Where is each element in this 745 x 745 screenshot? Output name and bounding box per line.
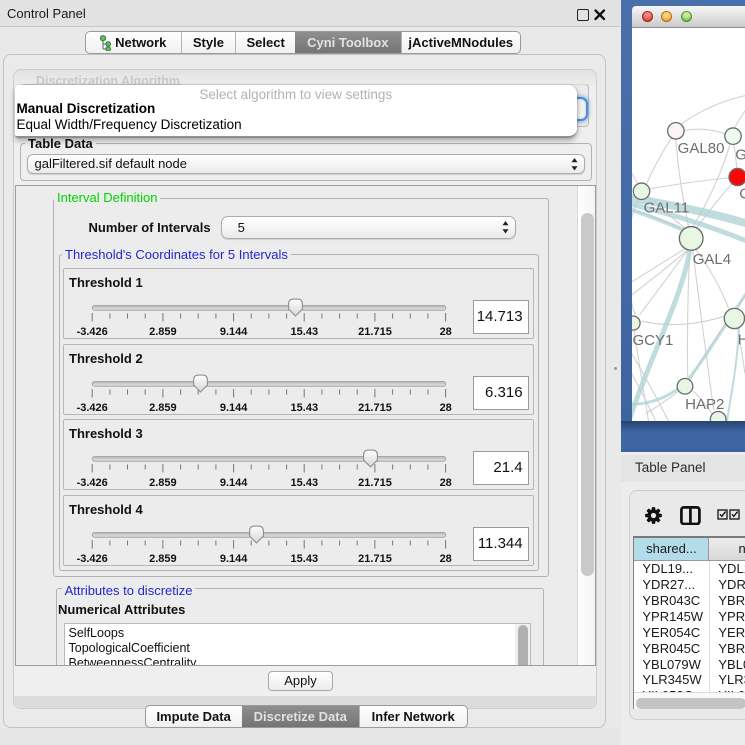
svg-text:21.715: 21.715 [358, 553, 392, 565]
svg-text:GAL4: GAL4 [692, 251, 730, 268]
svg-text:2.859: 2.859 [149, 477, 177, 489]
svg-text:HAP2: HAP2 [685, 395, 724, 412]
svg-text:9.144: 9.144 [220, 402, 248, 414]
svg-text:15.43: 15.43 [291, 326, 319, 338]
svg-text:GCY1: GCY1 [632, 332, 673, 349]
svg-text:2.859: 2.859 [149, 553, 177, 565]
svg-text:28: 28 [440, 402, 452, 414]
svg-text:GAL80: GAL80 [677, 140, 724, 157]
svg-text:GAL11: GAL11 [643, 199, 689, 216]
svg-text:9.144: 9.144 [220, 553, 248, 565]
svg-text:GA: GA [735, 146, 745, 163]
svg-text:21.715: 21.715 [358, 326, 392, 338]
svg-text:C: C [739, 185, 745, 202]
svg-text:15.43: 15.43 [291, 402, 319, 414]
svg-text:15.43: 15.43 [291, 477, 319, 489]
svg-text:28: 28 [440, 477, 452, 489]
svg-text:9.144: 9.144 [220, 326, 248, 338]
svg-text:-3.426: -3.426 [77, 553, 108, 565]
svg-text:-3.426: -3.426 [77, 326, 108, 338]
svg-text:-3.426: -3.426 [77, 477, 108, 489]
svg-text:-3.426: -3.426 [77, 402, 108, 414]
svg-text:28: 28 [440, 553, 452, 565]
svg-text:28: 28 [440, 326, 452, 338]
svg-text:2.859: 2.859 [149, 326, 177, 338]
svg-text:15.43: 15.43 [291, 553, 319, 565]
svg-text:21.715: 21.715 [358, 477, 392, 489]
svg-text:21.715: 21.715 [358, 402, 392, 414]
svg-text:H: H [737, 331, 745, 348]
svg-text:9.144: 9.144 [220, 477, 248, 489]
svg-text:2.859: 2.859 [149, 402, 177, 414]
